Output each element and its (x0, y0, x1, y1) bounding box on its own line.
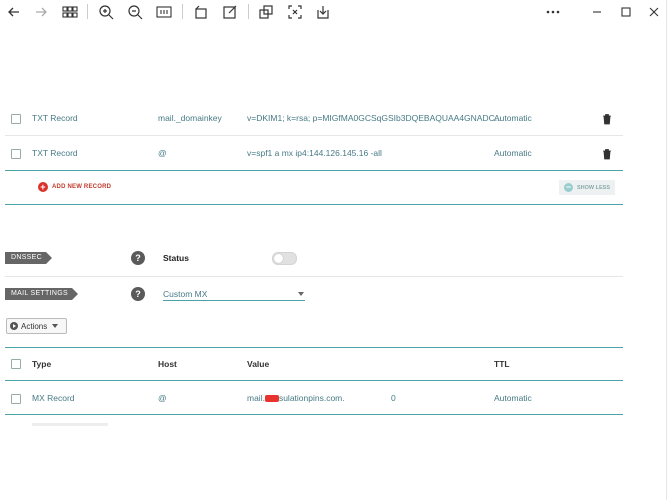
actions-label: Actions (21, 321, 48, 331)
record-type: TXT Record (32, 113, 78, 123)
trash-icon[interactable] (601, 113, 613, 125)
row-checkbox[interactable] (11, 114, 21, 124)
table-row: MX Record @ mail. sulationpins.com. 0 Aut… (0, 393, 623, 405)
maximize-icon[interactable] (616, 2, 636, 22)
table-bottom-rule (5, 414, 623, 415)
dnssec-tag: DNSSEC (5, 252, 52, 264)
minus-icon: − (563, 182, 573, 192)
dnssec-toggle[interactable] (272, 252, 297, 265)
row-checkbox[interactable] (11, 149, 21, 159)
row-checkbox[interactable] (11, 394, 21, 404)
table-row: TXT Record mail._domainkey v=DKIM1; k=rs… (0, 113, 623, 125)
record-ttl: Automatic (494, 393, 532, 403)
record-priority: 0 (391, 393, 396, 403)
chevron-down-icon (298, 292, 304, 296)
mail-settings-selected: Custom MX (163, 289, 208, 299)
section-divider (5, 276, 623, 277)
edit-icon[interactable] (220, 2, 240, 22)
column-header-ttl[interactable]: TTL (494, 359, 510, 369)
record-value: v=spf1 a mx ip4:144.126.145.16 -all (247, 148, 382, 158)
back-arrow-icon[interactable] (4, 2, 24, 22)
viewer-toolbar (0, 0, 669, 24)
record-host: @ (158, 148, 167, 158)
record-host: @ (158, 393, 167, 403)
crop-icon[interactable] (256, 2, 276, 22)
forward-arrow-icon[interactable] (31, 2, 51, 22)
more-icon[interactable] (543, 2, 563, 22)
zoom-in-icon[interactable] (96, 2, 116, 22)
column-header-type[interactable]: Type (32, 359, 51, 369)
zoom-out-icon[interactable] (125, 2, 145, 22)
fit-width-icon[interactable] (154, 2, 174, 22)
grid-icon[interactable] (60, 2, 80, 22)
record-type: MX Record (32, 393, 75, 403)
record-value-prefix: mail. (247, 393, 265, 403)
download-icon[interactable] (313, 2, 333, 22)
table-row: TXT Record @ v=spf1 a mx ip4:144.126.145… (0, 148, 623, 160)
caret-down-icon (52, 324, 59, 328)
redaction-mark (264, 395, 279, 402)
fit-screen-icon[interactable] (285, 2, 305, 22)
column-header-host[interactable]: Host (158, 359, 177, 369)
table-bottom-rule (5, 170, 623, 171)
row-divider (5, 135, 623, 136)
trash-icon[interactable] (601, 148, 613, 160)
record-ttl: Automatic (494, 148, 532, 158)
minimize-icon[interactable] (587, 2, 607, 22)
help-icon[interactable]: ? (131, 251, 145, 265)
record-value: mail. sulationpins.com. (247, 393, 345, 403)
help-icon[interactable]: ? (131, 287, 145, 301)
show-less-label: SHOW LESS (576, 184, 610, 191)
record-type: TXT Record (32, 148, 78, 158)
header-rule (5, 380, 623, 381)
mail-settings-tag: MAIL SETTINGS (5, 288, 78, 300)
scroll-indicator (32, 423, 108, 426)
show-less-button[interactable]: − SHOW LESS (559, 180, 615, 195)
record-value-suffix: sulationpins.com. (278, 393, 345, 403)
add-new-record-label: ADD NEW RECORD (52, 184, 112, 190)
status-label: Status (163, 253, 189, 263)
record-ttl: Automatic (494, 113, 532, 123)
add-new-record-button[interactable]: + ADD NEW RECORD (38, 182, 111, 192)
mail-settings-select[interactable]: Custom MX (163, 289, 305, 301)
window-edge (666, 0, 667, 500)
select-all-checkbox[interactable] (11, 359, 21, 369)
record-host: mail._domainkey (158, 113, 222, 123)
actions-dropdown[interactable]: Actions (6, 318, 67, 334)
section-divider (5, 204, 623, 205)
close-icon[interactable] (644, 2, 664, 22)
play-icon (10, 322, 18, 330)
plus-icon: + (38, 182, 48, 192)
record-value: v=DKIM1; k=rsa; p=MIGfMA0GCSqGSIb3DQEBAQ… (247, 113, 502, 123)
table-top-rule (5, 347, 623, 348)
rotate-icon[interactable] (191, 2, 211, 22)
column-header-value[interactable]: Value (247, 359, 269, 369)
